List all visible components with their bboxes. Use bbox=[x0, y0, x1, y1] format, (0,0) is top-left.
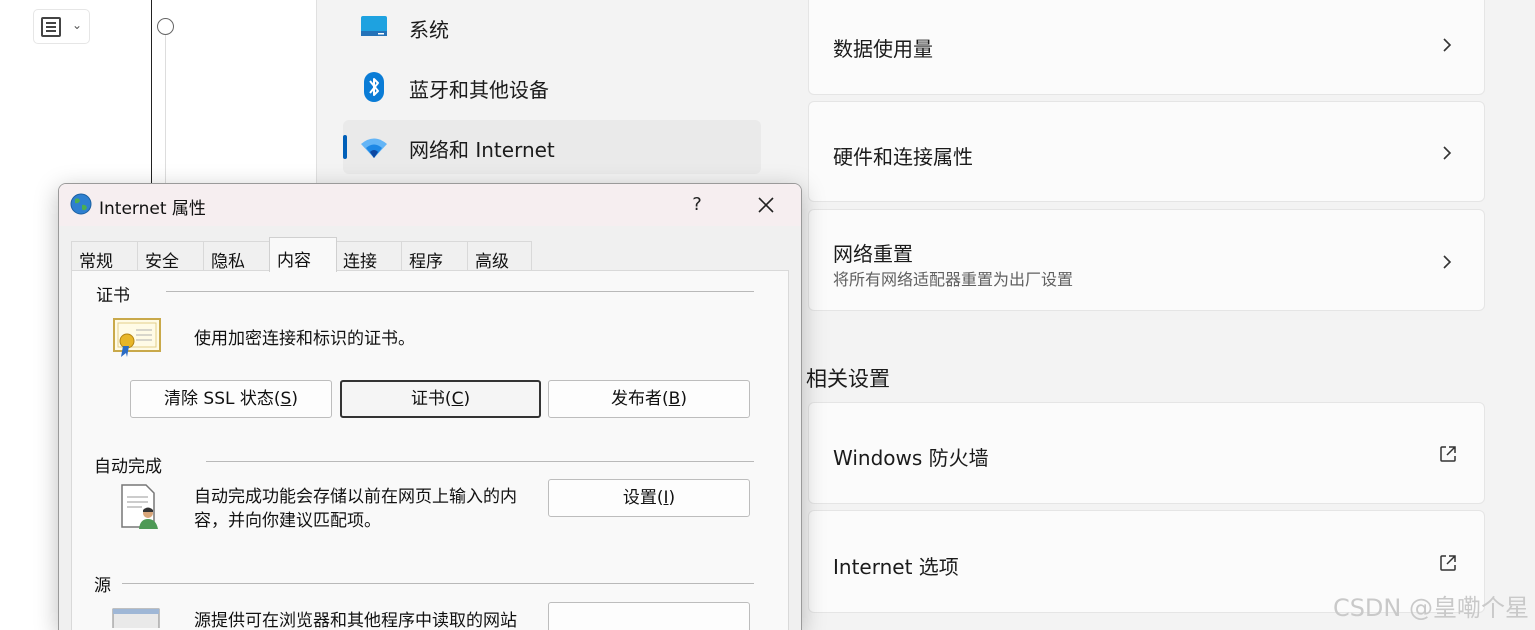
tab-security[interactable]: 安全 bbox=[137, 241, 204, 272]
tab-content[interactable]: 内容 bbox=[269, 237, 337, 272]
tab-general[interactable]: 常规 bbox=[71, 241, 138, 272]
help-button[interactable]: ? bbox=[683, 190, 711, 220]
publishers-button[interactable]: 发布者(B) bbox=[548, 380, 750, 418]
tab-connections[interactable]: 连接 bbox=[335, 241, 402, 272]
card-title: Windows 防火墙 bbox=[833, 446, 989, 470]
card-title: Internet 选项 bbox=[833, 555, 959, 579]
active-indicator bbox=[343, 135, 347, 159]
nav-item-label: 系统 bbox=[409, 18, 449, 42]
card-title: 硬件和连接属性 bbox=[833, 145, 973, 169]
dialog-titlebar[interactable]: Internet 属性 ? bbox=[59, 184, 801, 226]
watermark: CSDN @皇嘞个星 bbox=[1332, 594, 1529, 622]
certificate-icon bbox=[113, 318, 161, 357]
nav-item-label: 网络和 Internet bbox=[409, 138, 555, 162]
certificates-button[interactable]: 证书(C) bbox=[340, 380, 541, 418]
settings-content: 数据使用量 硬件和连接属性 网络重置 将所有网络适配器重置为出厂设置 相关设置 … bbox=[806, 0, 1535, 630]
chevron-down-icon: ⌄ bbox=[72, 18, 83, 32]
card-subtitle: 将所有网络适配器重置为出厂设置 bbox=[833, 270, 1074, 289]
nav-item-network[interactable]: 网络和 Internet bbox=[343, 120, 761, 174]
nav-item-system[interactable]: 系统 bbox=[343, 0, 761, 54]
feeds-description-clip: 源提供可在浏览器和其他程序中读取的网站 bbox=[194, 609, 540, 629]
nav-item-label: 蓝牙和其他设备 bbox=[409, 78, 549, 102]
feeds-settings-button[interactable] bbox=[548, 602, 750, 630]
feeds-description: 源提供可在浏览器和其他程序中读取的网站 bbox=[194, 611, 517, 629]
globe-icon bbox=[70, 193, 92, 215]
bluetooth-icon bbox=[364, 72, 384, 102]
autocomplete-settings-button[interactable]: 设置(I) bbox=[548, 479, 750, 517]
autocomplete-description-line1: 自动完成功能会存储以前在网页上输入的内 bbox=[194, 487, 517, 507]
feeds-icon bbox=[112, 608, 160, 628]
dialog-title: Internet 属性 bbox=[99, 199, 206, 219]
chevron-right-icon bbox=[1443, 255, 1452, 269]
tab-content-panel: 证书 使用加密连接和标识的证书。 清除 SSL 状态(S) 证书(C) 发布者(… bbox=[71, 270, 789, 630]
card-title: 数据使用量 bbox=[833, 37, 933, 61]
chevron-right-icon bbox=[1443, 146, 1452, 160]
internet-properties-dialog: Internet 属性 ? 常规 安全 隐私 内容 连接 程序 高级 证书 使用… bbox=[58, 183, 802, 630]
close-icon[interactable] bbox=[751, 190, 781, 220]
clear-ssl-state-button[interactable]: 清除 SSL 状态(S) bbox=[130, 380, 332, 418]
tab-privacy[interactable]: 隐私 bbox=[203, 241, 270, 272]
monitor-icon bbox=[361, 16, 387, 36]
card-hardware-properties[interactable]: 硬件和连接属性 bbox=[808, 101, 1485, 202]
group-label-feeds: 源 bbox=[94, 576, 111, 596]
group-divider bbox=[206, 461, 754, 462]
group-label-autocomplete: 自动完成 bbox=[94, 457, 162, 477]
chevron-right-icon bbox=[1443, 38, 1452, 52]
card-data-usage[interactable]: 数据使用量 bbox=[808, 0, 1485, 95]
group-divider bbox=[122, 583, 754, 584]
select-tool-icon bbox=[41, 17, 61, 37]
select-tool-button[interactable]: ⌄ bbox=[33, 9, 90, 44]
autocomplete-form-icon bbox=[121, 484, 158, 529]
tab-advanced[interactable]: 高级 bbox=[467, 241, 532, 272]
card-network-reset[interactable]: 网络重置 将所有网络适配器重置为出厂设置 bbox=[808, 209, 1485, 311]
card-windows-firewall[interactable]: Windows 防火墙 bbox=[808, 402, 1485, 504]
certificates-description: 使用加密连接和标识的证书。 bbox=[194, 329, 415, 349]
wifi-icon bbox=[361, 138, 387, 158]
group-label-certificates: 证书 bbox=[96, 286, 130, 306]
card-title: 网络重置 bbox=[833, 242, 913, 266]
nav-item-bluetooth[interactable]: 蓝牙和其他设备 bbox=[343, 60, 761, 114]
related-settings-heading: 相关设置 bbox=[806, 367, 890, 391]
group-divider bbox=[166, 291, 754, 292]
external-link-icon bbox=[1440, 446, 1456, 462]
external-link-icon bbox=[1440, 555, 1456, 571]
autocomplete-description-line2: 容，并向你建议匹配项。 bbox=[194, 511, 381, 531]
tab-programs[interactable]: 程序 bbox=[401, 241, 468, 272]
timeline-node-radio[interactable] bbox=[157, 18, 174, 35]
